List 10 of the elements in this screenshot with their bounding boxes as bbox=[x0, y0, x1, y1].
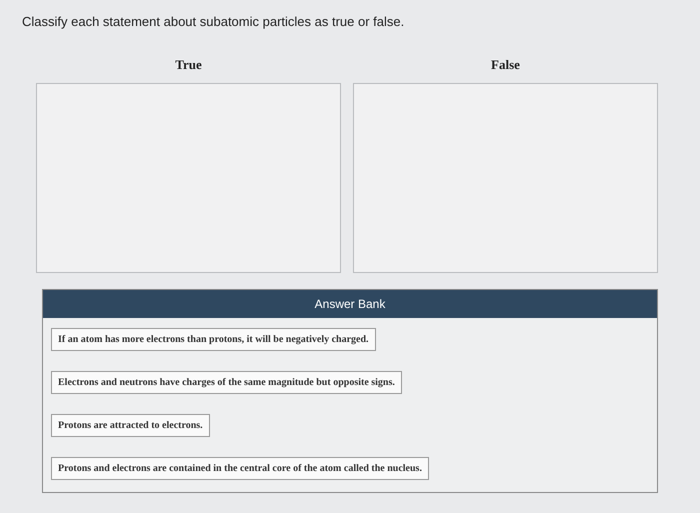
category-label: True bbox=[175, 57, 202, 73]
category-label: False bbox=[491, 57, 520, 73]
drop-zone[interactable] bbox=[36, 83, 341, 273]
answer-chip[interactable]: Protons are attracted to electrons. bbox=[51, 414, 210, 437]
question-prompt: Classify each statement about subatomic particles as true or false. bbox=[22, 14, 406, 29]
answer-bank-header: Answer Bank bbox=[43, 290, 657, 318]
answer-chip[interactable]: If an atom has more electrons than protons, it will be negatively charged. bbox=[51, 328, 376, 351]
answer-chip[interactable]: Protons and electrons are contained in the central core of the atom called the nucleus. bbox=[51, 457, 429, 480]
drop-zone[interactable] bbox=[353, 83, 658, 273]
answer-chip[interactable]: Electrons and neutrons have charges of the same magnitude but opposite signs. bbox=[51, 371, 402, 394]
